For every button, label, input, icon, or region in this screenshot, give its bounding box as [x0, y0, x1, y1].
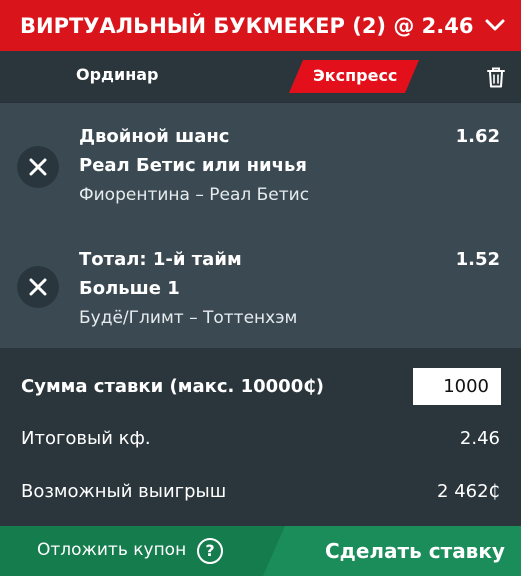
bet-odds: 1.52: [455, 249, 500, 270]
total-odds-label: Итоговый кф.: [21, 428, 151, 449]
bet-type-tabs: Ординар Экспресс: [0, 51, 521, 103]
chevron-down-icon[interactable]: [483, 13, 507, 37]
remove-bet-button[interactable]: [17, 266, 59, 308]
total-odds-value: 2.46: [459, 428, 500, 449]
question-circle-icon[interactable]: ?: [197, 538, 223, 564]
place-bet-label: Сделать ставку: [325, 539, 505, 563]
betslip-footer: Отложить купон ? Сделать ставку: [0, 526, 521, 576]
bet-event: Фиорентина – Реал Бетис: [79, 185, 310, 205]
bet-summary: Сумма ставки (макс. 10000₵) Итоговый кф.…: [0, 348, 521, 526]
postpone-coupon-label: Отложить купон: [37, 540, 187, 560]
potential-win-value: 2 462₵: [437, 481, 500, 502]
bet-selection: Реал Бетис или ничья: [79, 155, 307, 176]
postpone-coupon-button[interactable]: Отложить купон ?: [0, 526, 270, 576]
close-icon: [29, 158, 47, 176]
place-bet-button[interactable]: Сделать ставку: [270, 526, 521, 576]
tab-express-label: Экспресс: [313, 66, 398, 85]
bet-market: Двойной шанс: [79, 126, 230, 147]
bet-event: Будё/Глимт – Тоттенхэм: [79, 308, 298, 328]
remove-bet-button[interactable]: [17, 146, 59, 188]
stake-input[interactable]: [413, 368, 501, 405]
tab-express[interactable]: Экспресс: [289, 60, 419, 93]
stake-label: Сумма ставки (макс. 10000₵): [21, 376, 324, 397]
potential-win-label: Возможный выигрыш: [21, 481, 227, 502]
bet-list: Двойной шанс Реал Бетис или ничья Фиорен…: [0, 103, 521, 348]
bet-selection: Больше 1: [79, 278, 180, 299]
close-icon: [29, 278, 47, 296]
bet-item: Тотал: 1-й тайм Больше 1 Будё/Глимт – То…: [0, 227, 521, 342]
bet-odds: 1.62: [455, 126, 500, 147]
bet-item: Двойной шанс Реал Бетис или ничья Фиорен…: [0, 103, 521, 218]
tab-single[interactable]: Ординар: [76, 65, 159, 84]
betslip-header[interactable]: ВИРТУАЛЬНЫЙ БУКМЕКЕР (2) @ 2.46: [0, 0, 521, 51]
bet-market: Тотал: 1-й тайм: [79, 249, 242, 270]
betslip-title: ВИРТУАЛЬНЫЙ БУКМЕКЕР (2) @ 2.46: [20, 13, 474, 38]
trash-icon[interactable]: [486, 66, 506, 88]
